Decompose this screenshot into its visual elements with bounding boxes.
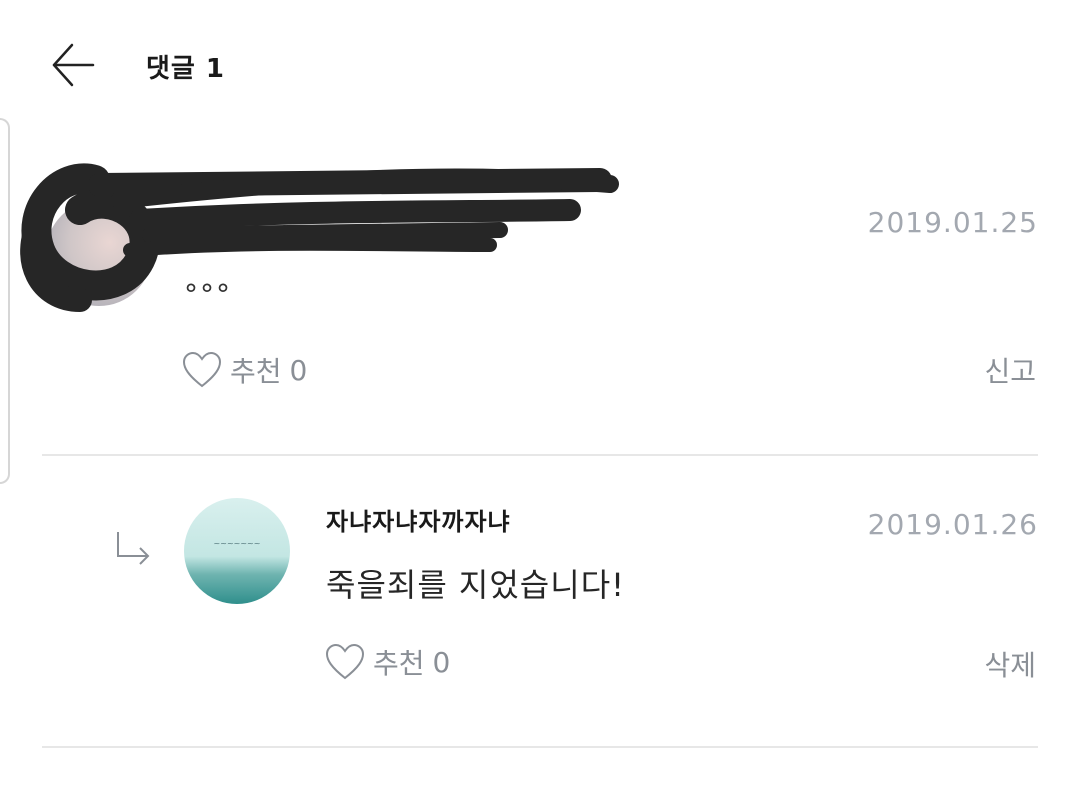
reply-author[interactable]: 자냐자냐자까자냐 (326, 502, 511, 537)
arrow-left-icon (52, 43, 95, 87)
divider (42, 746, 1038, 748)
reply-text: 죽을죄를 지었습니다! (326, 566, 625, 604)
back-button[interactable] (48, 40, 98, 90)
like-button[interactable]: 추천 0 (325, 642, 450, 682)
comment-text: °°° (184, 278, 232, 311)
redaction-scribble (20, 163, 619, 312)
delete-button[interactable]: 삭제 (984, 644, 1036, 684)
like-button[interactable]: 추천 0 (182, 350, 307, 390)
like-label: 추천 (373, 647, 425, 680)
divider (42, 454, 1038, 456)
like-count: 0 (289, 353, 308, 387)
reply-arrow-icon (117, 532, 150, 565)
avatar[interactable]: ~~~~~~~ (184, 498, 290, 604)
heart-icon (182, 351, 222, 388)
like-count: 0 (432, 645, 451, 679)
like-label: 추천 (230, 355, 282, 388)
comment-date: 2019.01.25 (867, 206, 1038, 239)
page-title: 댓글 1 (146, 54, 225, 84)
avatar-image-text: ~~~~~~~ (213, 539, 261, 548)
heart-icon (325, 643, 365, 680)
reply-date: 2019.01.26 (867, 508, 1038, 541)
report-button[interactable]: 신고 (984, 350, 1036, 390)
